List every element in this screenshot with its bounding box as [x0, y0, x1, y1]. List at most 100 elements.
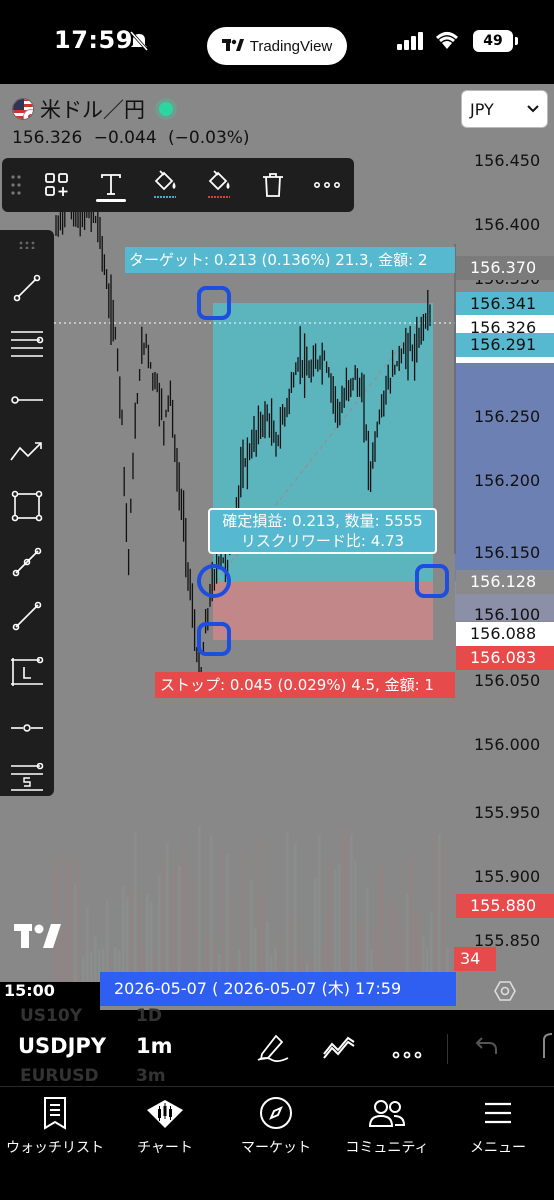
price-axis-label: 155.950 — [474, 803, 541, 822]
target-gray-tag: 156.370 — [456, 256, 554, 280]
bottom-tab-bar: ウォッチリスト チャート マーケット コミュニティ メニュー — [0, 1086, 554, 1200]
ray-tool[interactable] — [0, 594, 54, 638]
more-dots-icon — [314, 182, 340, 188]
target-handle[interactable] — [197, 286, 231, 320]
left-drawing-tools — [0, 230, 54, 796]
community-icon — [332, 1095, 442, 1131]
tools-grip-icon[interactable] — [0, 230, 54, 260]
draw-pen-icon[interactable] — [256, 1032, 290, 1066]
ghost-interval-bottom: 3m — [136, 1066, 166, 1086]
horizontal-line-icon — [11, 724, 43, 732]
more-dots-icon[interactable] — [392, 1044, 422, 1063]
delete-button[interactable] — [246, 158, 300, 212]
signal-icon — [397, 32, 425, 54]
border-color-button[interactable] — [192, 158, 246, 212]
price-axis-label: 155.900 — [474, 867, 541, 886]
fill-color-button[interactable] — [138, 158, 192, 212]
more-options-button[interactable] — [300, 158, 354, 212]
control-divider — [447, 1034, 448, 1064]
path-icon — [10, 442, 42, 461]
tab-label-community: コミュニティ — [345, 1140, 429, 1156]
pnl-line-1: 確定損益: 0.213, 数量: 5555 — [222, 512, 423, 530]
usd-jpy-flag-icon — [12, 98, 34, 120]
crosshair-time-label: 2026-05-07 ( 2026-05-07 (木) 17:59 — [100, 972, 456, 1006]
stop-white-tag: 156.088 — [456, 622, 554, 646]
horizontal-ray-icon — [11, 396, 43, 404]
text-tool-button[interactable] — [84, 158, 138, 212]
parallel-channel-tool[interactable] — [0, 540, 54, 584]
tradingview-watermark-icon — [14, 924, 62, 954]
chevron-down-icon — [527, 105, 539, 113]
menu-icon — [443, 1095, 553, 1131]
indicators-icon[interactable] — [322, 1032, 356, 1066]
long-short-position-tool[interactable] — [0, 650, 54, 694]
path-tool[interactable] — [0, 430, 54, 474]
channel-icon — [12, 547, 42, 577]
paint-bucket-icon — [154, 170, 176, 198]
short-position-tool[interactable] — [0, 756, 54, 800]
price-axis-label: 156.050 — [474, 671, 541, 690]
pnl-info-box[interactable]: 確定損益: 0.213, 数量: 5555 リスクリワード比: 4.73 — [208, 508, 437, 554]
trend-line-tool[interactable] — [0, 266, 54, 310]
teal-low-tag: 156.291 — [456, 333, 554, 357]
redo-icon[interactable] — [536, 1032, 554, 1066]
rectangle-tool[interactable] — [0, 484, 54, 528]
tab-watchlist[interactable]: ウォッチリスト — [0, 1095, 110, 1157]
symbol-name: 米ドル／円 — [40, 98, 145, 122]
price-axis-label: 156.150 — [474, 543, 541, 562]
paint-bucket-red-icon — [208, 170, 230, 198]
target-label[interactable]: ターゲット: 0.213 (0.136%) 21.3, 金額: 2 — [125, 247, 455, 273]
interval-picker[interactable]: 1m — [136, 1034, 173, 1058]
rectangle-icon — [11, 490, 43, 522]
symbol-header[interactable]: 米ドル／円 — [12, 94, 173, 124]
wifi-icon — [433, 30, 461, 54]
add-to-object-tree-button[interactable] — [30, 158, 84, 212]
tab-label-watchlist: ウォッチリスト — [6, 1140, 104, 1156]
compass-icon — [221, 1095, 331, 1131]
stop-handle[interactable] — [197, 622, 231, 656]
stop-label[interactable]: ストップ: 0.045 (0.029%) 4.5, 金額: 1 — [155, 672, 455, 698]
volume-tag: 34 — [454, 947, 496, 971]
watchlist-icon — [0, 1095, 110, 1131]
currency-select[interactable]: JPY — [461, 90, 548, 128]
trend-line-icon — [13, 274, 41, 302]
fib-retracement-tool[interactable] — [0, 322, 54, 366]
currency-value: JPY — [470, 99, 494, 119]
tab-markets[interactable]: マーケット — [221, 1095, 331, 1157]
tab-community[interactable]: コミュニティ — [332, 1095, 442, 1157]
horizontal-ray-tool[interactable] — [0, 378, 54, 422]
width-handle[interactable] — [415, 564, 449, 598]
status-time: 17:59 — [54, 26, 133, 54]
position-s-icon — [11, 763, 44, 791]
horizontal-line-tool[interactable] — [0, 706, 54, 750]
symbol-picker[interactable]: USDJPY — [18, 1034, 106, 1058]
grid-plus-icon — [45, 173, 68, 196]
ghost-symbol-top: US10Y — [20, 1006, 83, 1026]
price-axis-label: 156.400 — [474, 215, 541, 234]
undo-icon[interactable] — [474, 1032, 500, 1062]
chart-area[interactable]: 米ドル／円 156.326 −0.044 (−0.03%) JPY 156.45… — [0, 84, 554, 1010]
tab-menu[interactable]: メニュー — [443, 1095, 553, 1157]
entry-handle[interactable] — [197, 564, 231, 598]
position-l-icon — [11, 657, 44, 686]
drag-grip-icon[interactable] — [2, 174, 30, 196]
chart-controls-bar: US10Y 1D USDJPY 1m EURUSD 3m — [0, 1006, 554, 1086]
price-axis-label: 156.200 — [474, 471, 541, 490]
ghost-interval-top: 1D — [136, 1006, 162, 1026]
price-change-pct: (−0.03%) — [168, 128, 250, 148]
market-open-dot — [159, 102, 173, 116]
stop-red-tag: 156.083 — [456, 646, 554, 670]
pnl-line-2: リスクリワード比: 4.73 — [240, 532, 405, 550]
status-bar: 17:59 TradingView 49 — [0, 0, 554, 84]
low-red-tag: 155.880 — [456, 894, 554, 918]
price-axis-label: 156.450 — [474, 151, 541, 170]
quote-row: 156.326 −0.044 (−0.03%) — [12, 128, 256, 148]
chart-settings-icon[interactable] — [494, 980, 516, 1006]
tab-chart[interactable]: チャート — [110, 1095, 220, 1157]
target-teal-tag: 156.341 — [456, 292, 554, 316]
ghost-symbol-bottom: EURUSD — [20, 1066, 99, 1086]
loss-zone — [213, 581, 433, 640]
fib-lines-icon — [11, 331, 44, 357]
last-price: 156.326 — [12, 128, 83, 148]
tradingview-pill[interactable]: TradingView — [207, 27, 347, 65]
